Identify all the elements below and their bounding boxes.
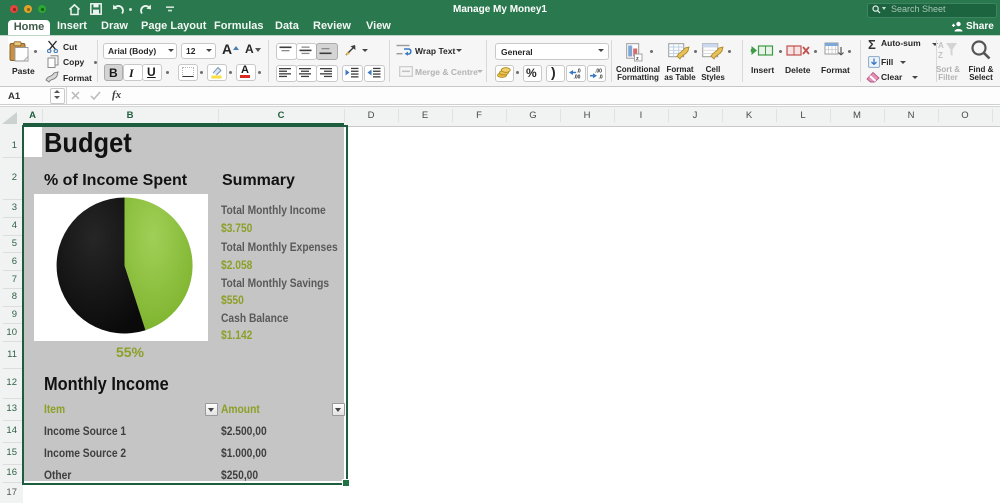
svg-text:Z: Z	[938, 51, 943, 60]
svg-text:.0: .0	[598, 74, 602, 79]
svg-text:.00: .00	[574, 74, 581, 79]
svg-text:A: A	[938, 41, 944, 50]
svg-text:z: z	[636, 56, 639, 62]
